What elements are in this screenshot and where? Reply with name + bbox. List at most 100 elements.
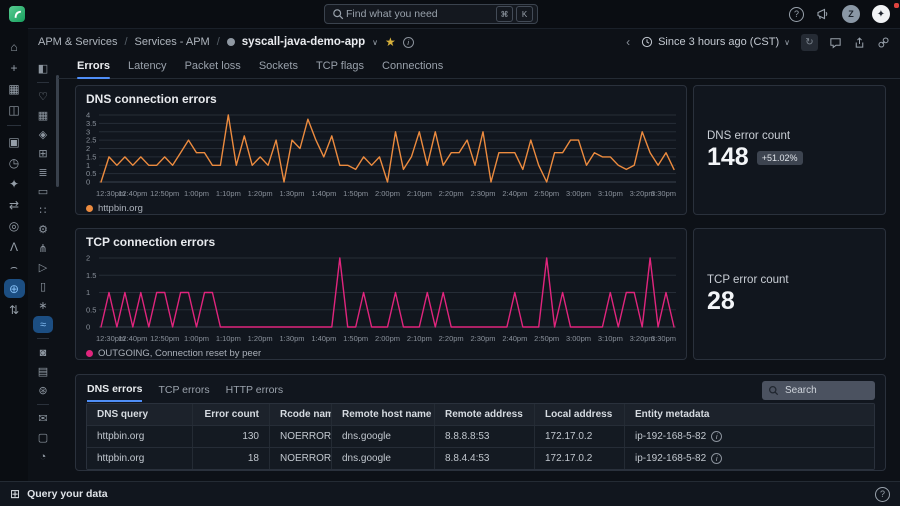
entity-info-icon[interactable]: i <box>711 431 723 442</box>
x-axis-tick-label: 1:30pm <box>279 189 304 198</box>
home-icon[interactable]: ⌂ <box>4 37 25 56</box>
docs-book-icon[interactable]: ◫ <box>4 100 25 119</box>
chevron-down-icon[interactable]: ∨ <box>372 38 378 47</box>
help-circle-icon[interactable]: ◔ <box>33 448 53 465</box>
gear-icon[interactable]: ⚙ <box>33 221 53 238</box>
sliders-icon[interactable]: ⇅ <box>4 300 25 319</box>
ai-sparkle-icon[interactable]: ✦ <box>4 174 25 193</box>
service-icon <box>226 38 235 46</box>
query-your-data-button[interactable]: Query your data <box>27 488 108 500</box>
academy-app-icon[interactable]: ⌢ <box>4 258 25 277</box>
filter-list-icon[interactable]: ≣ <box>33 164 53 181</box>
column-header[interactable]: Entity metadata <box>624 404 874 425</box>
settings-icon[interactable]: ⊛ <box>33 382 53 399</box>
gallery-icon[interactable]: ▦ <box>33 107 53 124</box>
main-tab-errors[interactable]: Errors <box>77 60 111 79</box>
device-icon[interactable]: ▭ <box>33 183 53 200</box>
monitor-icon[interactable]: ▯ <box>33 278 53 295</box>
clock-icon <box>641 36 653 48</box>
cards-icon[interactable]: ⊞ <box>33 145 53 162</box>
megaphone-icon[interactable] <box>816 7 830 21</box>
table-search-input[interactable] <box>783 384 869 397</box>
topology-icon[interactable]: ⋔ <box>33 240 53 257</box>
workflows-app-icon[interactable]: ⇄ <box>4 195 25 214</box>
x-axis-tick-label: 1:50pm <box>343 334 368 343</box>
profile-app-icon[interactable]: ◎ <box>4 216 25 235</box>
main-tab-sockets[interactable]: Sockets <box>259 60 298 78</box>
y-axis-tick-label: 3.5 <box>86 119 96 128</box>
y-axis-tick-label: 0.5 <box>86 305 96 314</box>
table-row[interactable]: httpbin.org 18 NOERROR dns.google 8.8.4.4:53… <box>87 447 874 469</box>
section-rail: ◧ ♡ ▦ ◈ ⊞ ≣ ▭ ∷ ⚙ ⋔ ▷ ▯ ∗ ≈ ◙ ▤ ⊛ ✉ ▢ ◔ <box>28 55 58 481</box>
search-icon <box>769 386 779 396</box>
collapse-panel-icon[interactable]: ◧ <box>33 60 53 77</box>
rail-scrollbar[interactable] <box>56 75 59 187</box>
refresh-button[interactable]: ↻ <box>801 33 818 51</box>
main-tab-packet-loss[interactable]: Packet loss <box>185 60 241 78</box>
assistant-icon[interactable]: ✦ <box>872 5 890 23</box>
dns-count-value: 148 <box>707 143 749 171</box>
column-header[interactable]: Rcode name <box>269 404 331 425</box>
column-header[interactable]: DNS query <box>87 404 192 425</box>
table-cell: httpbin.org <box>97 431 145 442</box>
column-header[interactable]: Local address <box>534 404 624 425</box>
dns-errors-table: DNS queryError countRcode nameRemote hos… <box>86 403 875 470</box>
favorite-star-icon[interactable]: ★ <box>385 35 396 49</box>
comment-icon[interactable] <box>829 36 842 49</box>
dynatrace-logo-icon[interactable] <box>9 6 25 22</box>
breadcrumb-services-apm[interactable]: Services - APM <box>135 36 210 48</box>
dashboards-app-icon[interactable]: ◷ <box>4 153 25 172</box>
asterisk-icon[interactable]: ∗ <box>33 297 53 314</box>
dns-chart-legend[interactable]: httpbin.org <box>86 203 676 214</box>
table-search-box[interactable] <box>762 381 875 400</box>
shield-icon[interactable]: ◈ <box>33 126 53 143</box>
info-icon[interactable]: i <box>402 36 414 48</box>
table-tab-tcp-errors[interactable]: TCP errors <box>158 384 209 401</box>
topbar: ⌘ K ? Z ✦ <box>0 0 900 29</box>
column-header[interactable]: Remote address <box>434 404 534 425</box>
page-header: APM & Services / Services - APM / syscal… <box>28 29 900 55</box>
legend-dot <box>86 205 93 212</box>
help-icon[interactable]: ? <box>789 6 804 22</box>
main-tab-latency[interactable]: Latency <box>128 60 167 78</box>
breadcrumb-apm-services[interactable]: APM & Services <box>38 36 117 48</box>
link-icon[interactable] <box>877 36 890 49</box>
global-search-input[interactable]: ⌘ K <box>324 4 538 24</box>
apps-grid-icon[interactable]: ▦ <box>4 79 25 98</box>
table-cell: 172.17.0.2 <box>534 448 624 469</box>
tcp-chart-title: TCP connection errors <box>86 235 216 249</box>
table-tab-http-errors[interactable]: HTTP errors <box>226 384 284 401</box>
user-avatar[interactable]: Z <box>842 5 860 23</box>
breadcrumb: APM & Services / Services - APM / syscal… <box>38 35 414 49</box>
entity-info-icon[interactable]: i <box>711 453 723 464</box>
mail-icon[interactable]: ✉ <box>33 410 53 427</box>
table-row[interactable]: httpbin.org 130 NOERROR dns.google 8.8.8.8:5… <box>87 425 874 447</box>
syscall-chart-icon[interactable]: ≈ <box>33 316 53 333</box>
table-cell: NOERROR <box>269 448 331 469</box>
main-tab-connections[interactable]: Connections <box>382 60 443 78</box>
main-tab-tcp-flags[interactable]: TCP flags <box>316 60 364 78</box>
search-input[interactable] <box>344 7 493 21</box>
help-icon[interactable]: ? <box>875 486 890 502</box>
capture-icon[interactable]: ◙ <box>33 344 53 361</box>
time-range-picker[interactable]: Since 3 hours ago (CST) ∨ <box>641 36 790 48</box>
share-icon[interactable] <box>853 36 866 49</box>
observe-app-icon[interactable]: ▣ <box>4 132 25 151</box>
plus-icon[interactable]: + <box>4 58 25 77</box>
feedback-thumbs-icon[interactable]: ♡ <box>33 88 53 105</box>
column-header[interactable]: Remote host name <box>331 404 434 425</box>
logs-app-icon[interactable]: Λ <box>4 237 25 256</box>
column-header[interactable]: Error count <box>192 404 269 425</box>
tcp-chart-legend[interactable]: OUTGOING, Connection reset by peer <box>86 348 676 359</box>
globe-app-icon[interactable]: ⊕ <box>3 279 25 298</box>
building-icon[interactable]: ▤ <box>33 363 53 380</box>
x-axis-tick-label: 1:00pm <box>184 334 209 343</box>
entity-name[interactable]: syscall-java-demo-app <box>242 36 365 48</box>
dns-chart-title: DNS connection errors <box>86 92 217 106</box>
k-key-badge: K <box>516 6 533 22</box>
nodes-icon[interactable]: ∷ <box>33 202 53 219</box>
back-chevron-icon[interactable]: ‹ <box>626 35 630 49</box>
document-icon[interactable]: ▢ <box>33 429 53 446</box>
table-tab-dns-errors[interactable]: DNS errors <box>87 383 143 402</box>
send-icon[interactable]: ▷ <box>33 259 53 276</box>
